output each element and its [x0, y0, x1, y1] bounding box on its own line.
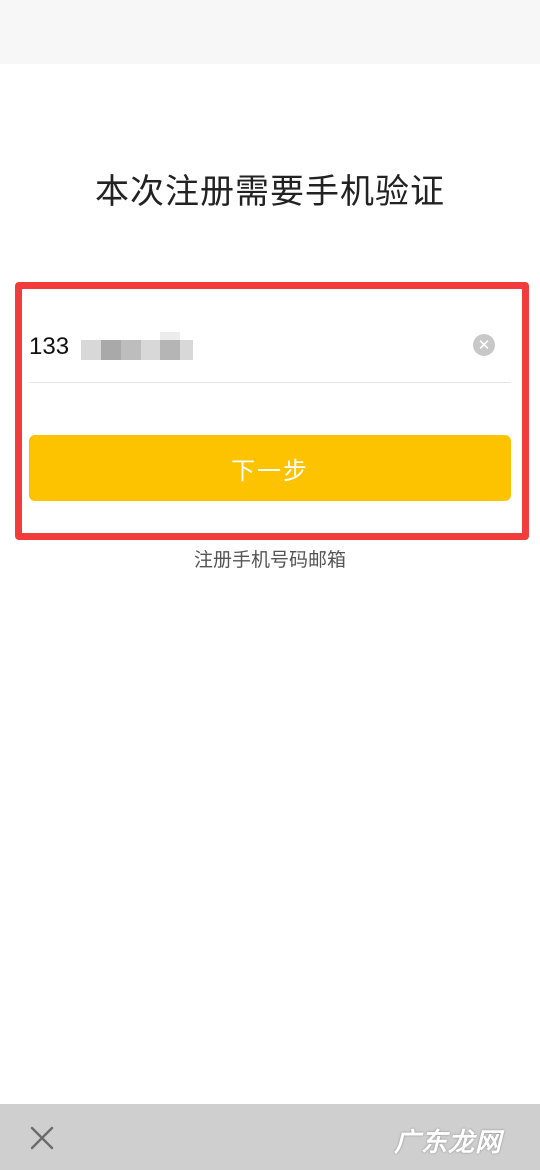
status-bar: [0, 0, 540, 64]
register-with-email-link[interactable]: 注册手机号码邮箱: [0, 545, 540, 572]
redaction-mosaic: [121, 340, 141, 360]
page-title: 本次注册需要手机验证: [95, 172, 445, 212]
redaction-mosaic: [160, 340, 180, 360]
redaction-mosaic: [160, 332, 180, 340]
bottom-bar: 广东龙网: [0, 1104, 540, 1170]
clear-circle-icon: ✕: [477, 336, 491, 354]
close-icon[interactable]: [28, 1124, 56, 1152]
clear-input-button[interactable]: ✕: [473, 334, 495, 356]
watermark: 广东龙网: [393, 1128, 502, 1158]
next-step-button[interactable]: 下一步: [29, 435, 511, 501]
phone-input[interactable]: [29, 330, 81, 364]
redaction-mosaic: [101, 340, 121, 360]
phone-input-row: ✕: [29, 320, 511, 383]
